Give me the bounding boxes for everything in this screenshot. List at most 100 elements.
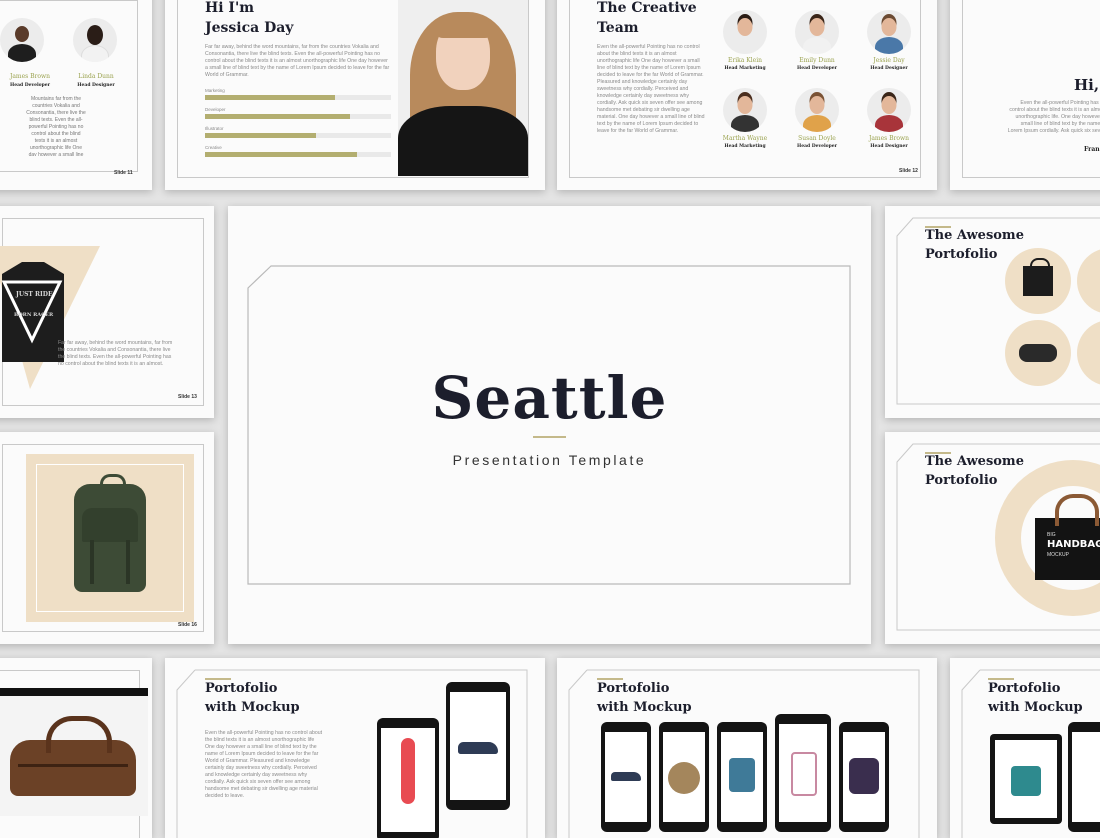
phone-mockup-partial	[1068, 722, 1100, 832]
shirt-text-2: BORN RACER	[14, 312, 54, 318]
skill-label: Marketing	[205, 88, 225, 93]
phone-mockup-shoe	[446, 682, 510, 810]
team-member-role: Head Marketing	[724, 144, 766, 149]
top-dark-band	[0, 688, 148, 696]
bag-text-3: MOCKUP	[1047, 552, 1069, 558]
skill-bar-track	[205, 152, 391, 157]
member-role: Head Developer	[9, 83, 51, 88]
slide-title-line2: Portofolio	[925, 247, 998, 262]
slide-body-text: Far far away, behind the word mountains,…	[58, 340, 173, 367]
member-name: James Brown	[9, 73, 51, 80]
team-member-name: Erika Klein	[727, 57, 763, 64]
slide-title-line1: The Awesome	[925, 228, 1024, 243]
slide-intro[interactable]: Hi I'm Jessica Day Far far away, behind …	[165, 0, 545, 190]
slide-title-line1: Portofolio	[205, 681, 278, 696]
slide-backpack[interactable]: Slide 16	[0, 432, 214, 644]
slide-title-line2: Jessica Day	[205, 20, 294, 36]
slide-triangle[interactable]: JUST RIDE BORN RACER Far far away, behin…	[0, 206, 214, 418]
skill-bar-fill	[205, 133, 316, 138]
slide-creative-team[interactable]: The Creative Team Even the all-powerful …	[557, 0, 937, 190]
slide-portfolio-2[interactable]: The Awesome Portofolio BIG HANDBAG MOCKU…	[885, 432, 1100, 644]
portrait-photo	[398, 0, 528, 176]
product-circle-belt	[1005, 320, 1071, 386]
slide-number: Slide 16	[178, 622, 197, 628]
hero-divider	[533, 436, 566, 438]
skill-bar-track	[205, 114, 391, 119]
slide-body-text: Even the all-powerful Pointing has no co…	[597, 44, 705, 134]
slide-body-text: Far far away, behind the word mountains,…	[205, 44, 390, 78]
phone-mockup-hat	[659, 722, 709, 832]
skill-label: Developer	[205, 107, 226, 112]
phone-mockup-swimsuit	[775, 714, 831, 832]
team-member-role: Head Developer	[796, 66, 838, 71]
slide-hero[interactable]: Seattle Presentation Template	[228, 206, 871, 644]
slide-leather-bag[interactable]	[0, 658, 152, 838]
slide-number: Slide 12	[899, 168, 918, 174]
team-member-name: Emily Dunn	[799, 57, 835, 64]
slide-title-line1: The Awesome	[925, 454, 1024, 469]
slide-team-partial[interactable]: James Brown Head Developer Linda Dunn He…	[0, 0, 152, 190]
leather-bag-image	[0, 696, 148, 816]
skill-bar-track	[205, 95, 391, 100]
slide-side-text	[2, 498, 12, 618]
team-member-role: Head Designer	[870, 144, 908, 149]
team-member-avatar	[723, 88, 767, 132]
slide-title-line2: Portofolio	[925, 473, 998, 488]
title-accent-bar	[988, 678, 1014, 680]
title-accent-bar	[597, 678, 623, 680]
team-member-role: Head Designer	[870, 66, 908, 71]
slide-greeting[interactable]: Hi, Even the all-powerful Pointing has n…	[950, 0, 1100, 190]
greeting-signature: Fran	[1084, 146, 1100, 153]
team-member-role: Head Marketing	[724, 66, 766, 71]
bag-text-1: BIG	[1047, 532, 1056, 538]
phone-mockup-shoe	[601, 722, 651, 832]
skill-bar-fill	[205, 114, 351, 119]
skill-bar-fill	[205, 95, 335, 100]
slide-mockup-2[interactable]: Portofolio with Mockup	[557, 658, 937, 838]
slide-title-line2: with Mockup	[597, 700, 692, 715]
avatar-james-brown	[0, 18, 44, 62]
product-circle-bag	[1005, 248, 1071, 314]
slide-title-line1: Hi I'm	[205, 0, 255, 16]
slide-title-line1: Portofolio	[597, 681, 670, 696]
team-member-avatar	[867, 10, 911, 54]
slide-mockup-1[interactable]: Portofolio with Mockup Even the all-powe…	[165, 658, 545, 838]
phone-mockup-bag	[839, 722, 889, 832]
slide-title-line1: Portofolio	[988, 681, 1061, 696]
skill-bar-track	[205, 133, 391, 138]
team-member-name: Susan Doyle	[798, 135, 836, 142]
team-member-avatar	[795, 10, 839, 54]
slide-portfolio-1[interactable]: The Awesome Portofolio	[885, 206, 1100, 418]
bag-text-2: HANDBAG	[1047, 539, 1100, 550]
backpack-image	[26, 454, 194, 622]
team-member-avatar	[867, 88, 911, 132]
slide-title-line2: with Mockup	[205, 700, 300, 715]
phone-mockup-shirt	[717, 722, 767, 832]
triangle-tshirt-graphic: JUST RIDE BORN RACER	[0, 246, 100, 389]
slide-number: Slide 11	[114, 170, 133, 176]
title-accent-bar	[205, 678, 231, 680]
hero-subtitle: Presentation Template	[452, 452, 647, 468]
phone-mockup-skateboard	[377, 718, 439, 838]
team-member-role: Head Developer	[796, 144, 838, 149]
team-member-avatar	[723, 10, 767, 54]
slide-title-line1: The Creative	[597, 0, 697, 16]
slide-title-line2: Team	[597, 20, 639, 36]
skill-bar-fill	[205, 152, 357, 157]
team-member-name: James Brown	[868, 135, 910, 142]
skill-label: Illustrator	[205, 126, 224, 131]
tablet-mockup	[990, 734, 1062, 824]
team-member-name: Martha Wayne	[722, 135, 768, 142]
avatar-linda-dunn	[73, 18, 117, 62]
greeting-body-text: Even the all-powerful Pointing has no co…	[1007, 100, 1100, 134]
team-member-name: Jessie Day	[873, 57, 905, 64]
member-name: Linda Dunn	[78, 73, 114, 80]
hero-title: Seattle	[431, 364, 668, 432]
shirt-text-1: JUST RIDE	[15, 291, 53, 298]
skill-label: Creative	[205, 145, 222, 150]
team-member-avatar	[795, 88, 839, 132]
member-role: Head Designer	[77, 83, 115, 88]
slide-number: Slide 13	[178, 394, 197, 400]
slide-mockup-3[interactable]: Portofolio with Mockup	[950, 658, 1100, 838]
slide-title-line2: with Mockup	[988, 700, 1083, 715]
